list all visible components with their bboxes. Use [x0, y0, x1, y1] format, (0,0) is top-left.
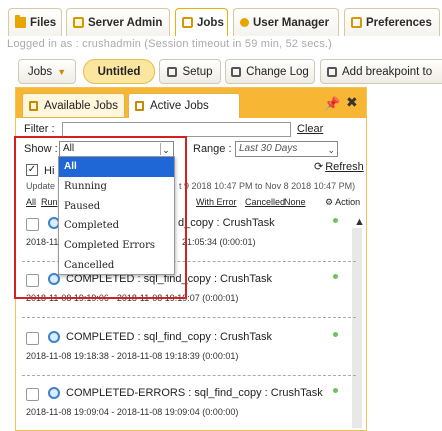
log-icon	[231, 66, 242, 77]
add-breakpoint-label: Add breakpoint to	[342, 65, 433, 78]
range-select[interactable]: Last 30 Days ⌄	[235, 141, 338, 157]
filter-with-error-link[interactable]: With Error	[196, 197, 237, 207]
job-title: COMPLETED : sql_find_copy : CrushTask	[66, 331, 273, 343]
filter-label: Filter :	[24, 123, 55, 135]
refresh-icon: ⟳	[314, 161, 324, 173]
nav-tab-label: Files	[30, 16, 57, 29]
list-icon	[29, 100, 38, 111]
range-select-value: Last 30 Days	[239, 143, 298, 154]
refresh-label: Refresh	[325, 161, 364, 173]
job-title: COMPLETED-ERRORS : sql_find_copy : Crush…	[66, 387, 323, 399]
jobs-menu-label: Jobs	[27, 65, 53, 78]
job-times: 2018-11-08 19:09:04 - 2018-11-08 19:09:0…	[26, 407, 239, 417]
tab-label: Available Jobs	[44, 99, 118, 112]
add-breakpoint-button[interactable]: Add breakpoint to	[320, 59, 442, 84]
job-name-label: Untitled	[97, 65, 141, 78]
preferences-icon	[351, 17, 362, 28]
tab-label: Active Jobs	[150, 100, 209, 112]
right-empty-area	[367, 87, 442, 431]
chevron-down-icon: ▼	[57, 66, 67, 77]
status-icon	[48, 331, 60, 343]
panel-header: Available Jobs Active Jobs 📌 ✖	[16, 88, 366, 118]
job-times-tail: 21:05:34 (0:00:01)	[182, 237, 256, 247]
filter-none-link[interactable]: None	[284, 197, 306, 207]
status-dot	[333, 388, 338, 393]
job-toolbar: Jobs ▼ Untitled Setup Change Log Add bre…	[15, 59, 442, 85]
main-nav: Files Server Admin Jobs User Manager Pre…	[0, 0, 442, 36]
pin-icon[interactable]: 📌	[324, 96, 340, 111]
status-dot	[333, 218, 338, 223]
filter-input[interactable]	[62, 122, 291, 137]
close-icon[interactable]: ✖	[346, 94, 360, 110]
job-select-checkbox[interactable]	[26, 332, 39, 345]
job-times: 2018-11-08 19:18:38 - 2018-11-08 19:18:3…	[26, 351, 239, 361]
breakpoint-icon	[327, 66, 337, 77]
list-icon	[135, 101, 144, 111]
status-dot	[333, 332, 338, 337]
user-icon	[240, 18, 249, 27]
chevron-down-icon: ⌄	[327, 145, 335, 155]
change-log-button[interactable]: Change Log	[225, 59, 315, 84]
tab-available-jobs[interactable]: Available Jobs	[22, 93, 125, 118]
server-icon	[73, 17, 84, 28]
nav-tab-preferences[interactable]: Preferences	[344, 8, 440, 36]
setup-label: Setup	[182, 65, 213, 78]
nav-tab-label: User Manager	[253, 16, 330, 29]
highlight-box	[14, 136, 187, 299]
range-label: Range :	[193, 143, 232, 155]
jobs-icon	[182, 17, 193, 28]
action-label: Action	[335, 197, 361, 207]
folder-icon	[15, 15, 26, 28]
session-status: Logged in as : crushadmin (Session timeo…	[7, 38, 333, 50]
nav-tab-files[interactable]: Files	[8, 8, 62, 36]
nav-tab-label: Preferences	[366, 16, 432, 29]
clear-link[interactable]: Clear	[297, 123, 323, 135]
job-row[interactable]: COMPLETED : sql_find_copy : CrushTask 20…	[22, 324, 356, 376]
setup-icon	[167, 66, 178, 77]
filter-cancelled-link[interactable]: Cancelled	[245, 197, 285, 207]
nav-tab-user-manager[interactable]: User Manager	[233, 8, 339, 36]
updated-range: t 9 2018 10:47 PM to Nov 8 2018 10:47 PM…	[179, 181, 356, 191]
gear-icon: ⚙	[325, 197, 334, 207]
job-row[interactable]: COMPLETED-ERRORS : sql_find_copy : Crush…	[22, 380, 356, 431]
nav-tab-server-admin[interactable]: Server Admin	[66, 8, 170, 36]
nav-tab-jobs[interactable]: Jobs	[175, 8, 228, 36]
action-column-header[interactable]: ⚙ Action	[325, 197, 360, 208]
status-dot	[333, 274, 338, 279]
job-title: d_copy : CrushTask	[178, 217, 275, 229]
job-name-button[interactable]: Untitled	[83, 59, 155, 84]
refresh-link[interactable]: ⟳ Refresh	[314, 160, 364, 173]
setup-button[interactable]: Setup	[159, 59, 221, 84]
nav-tab-label: Jobs	[197, 16, 224, 29]
status-icon	[48, 387, 60, 399]
job-select-checkbox[interactable]	[26, 388, 39, 401]
jobs-menu-button[interactable]: Jobs ▼	[18, 59, 76, 84]
nav-tab-label: Server Admin	[88, 16, 163, 29]
tab-active-jobs[interactable]: Active Jobs	[128, 93, 240, 118]
change-log-label: Change Log	[246, 65, 309, 78]
